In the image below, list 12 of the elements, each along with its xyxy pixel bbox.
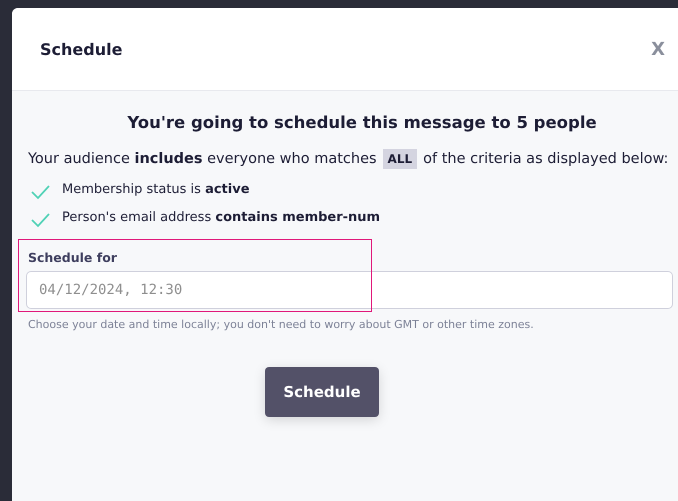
heading: You're going to schedule this message to 5 people [126, 113, 598, 132]
hint-text: Choose your date and time locally; you don't need to worry about GMT or other time zones. [28, 318, 535, 331]
match-tag: ALL [382, 149, 418, 169]
dialog-title: Schedule [40, 40, 122, 58]
criterion-text: Membership status is active [62, 182, 250, 196]
audience-text: of the criteria as displayed below: [423, 151, 668, 167]
schedule-button[interactable]: Schedule [265, 367, 379, 417]
date-time-field[interactable]: 04/12/2024, 12:30 [26, 271, 673, 309]
field-label: Schedule for [28, 250, 118, 265]
audience-text: Your audience includes everyone who matches [28, 151, 377, 167]
close-button[interactable]: X [651, 38, 665, 60]
criterion-text: Person's email address contains member-num [62, 210, 380, 224]
